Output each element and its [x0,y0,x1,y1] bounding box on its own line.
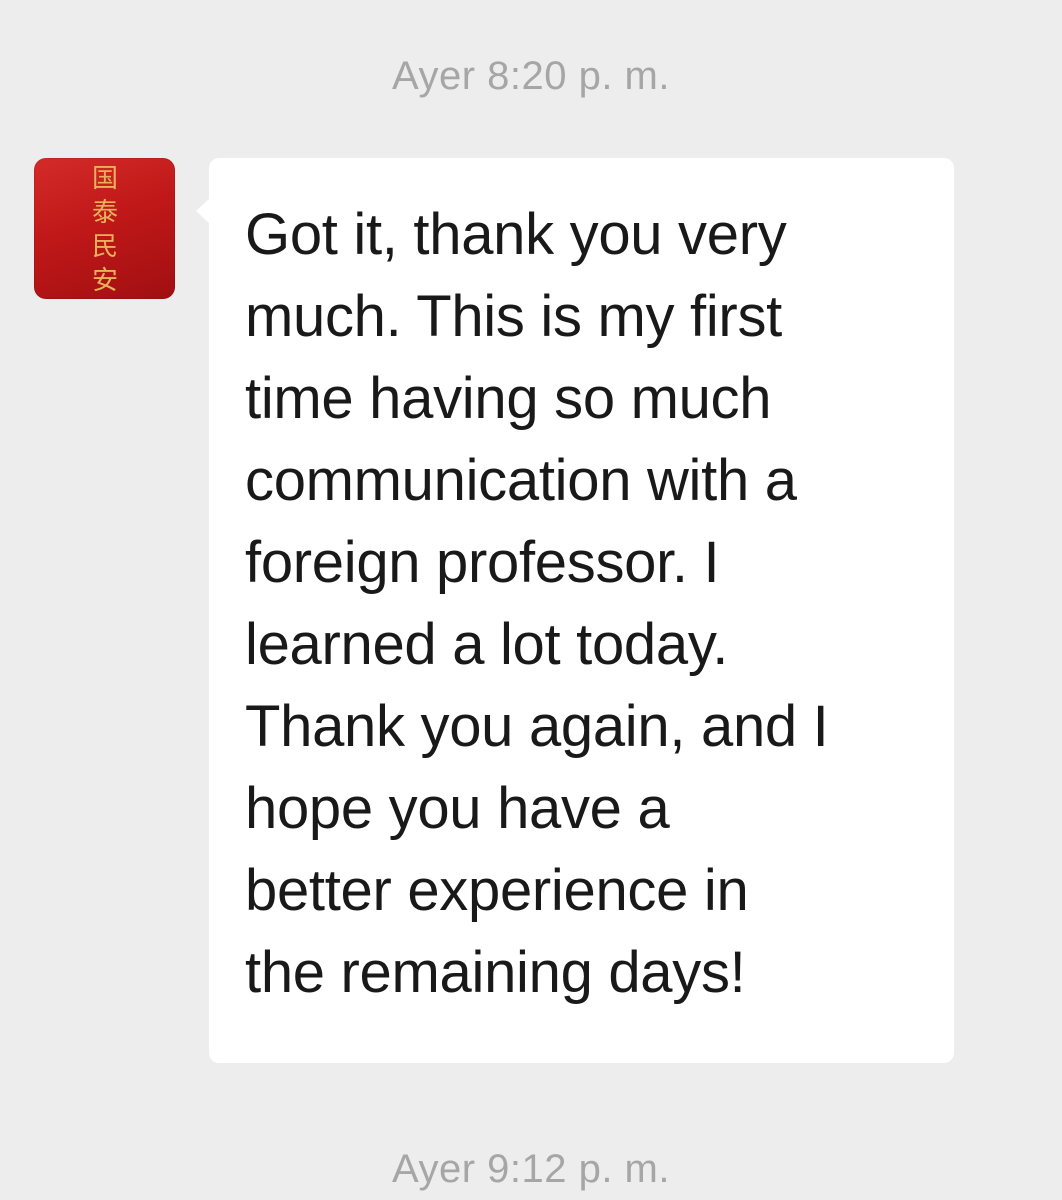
avatar-char-1: 国 [91,164,118,194]
message-text: Got it, thank you very much. This is my … [245,202,829,1005]
avatar-calligraphy: 国 泰 民 安 [90,162,120,298]
timestamp-top: Ayer 8:20 p. m. [391,54,670,98]
bubble-tail [196,198,210,224]
avatar-char-2: 泰 [91,198,118,228]
avatar-char-4: 安 [91,266,118,296]
timestamp-bottom: Ayer 9:12 p. m. [391,1147,670,1191]
sender-avatar[interactable]: 国 泰 民 安 [34,158,175,299]
avatar-char-3: 民 [91,232,118,262]
message-bubble[interactable]: Got it, thank you very much. This is my … [196,158,954,1063]
